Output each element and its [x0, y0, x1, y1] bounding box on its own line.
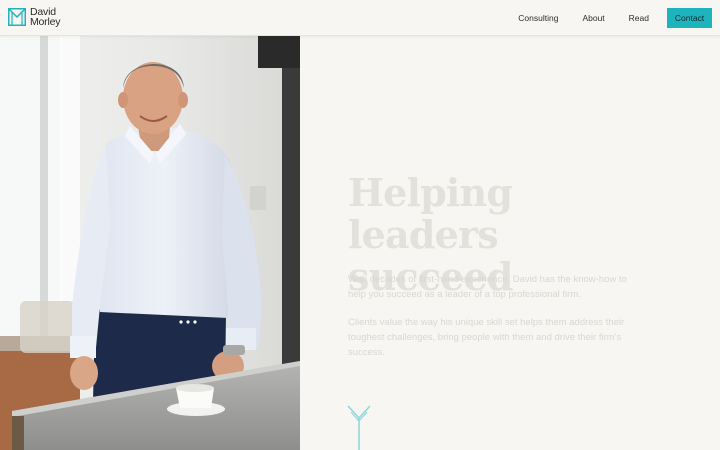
nav-read[interactable]: Read: [629, 13, 649, 23]
logo-link[interactable]: David Morley: [8, 7, 61, 28]
hero-portrait-photo: [0, 36, 300, 450]
contact-button[interactable]: Contact: [667, 8, 712, 28]
main-nav: Consulting About Read Contact: [494, 0, 712, 36]
portrait-illustration: [0, 36, 300, 450]
site-header: David Morley Consulting About Read Conta…: [0, 0, 720, 36]
nav-about[interactable]: About: [582, 13, 604, 23]
nav-consulting[interactable]: Consulting: [518, 13, 558, 23]
logo-name-line2: Morley: [30, 16, 61, 28]
hero-paragraph-2: Clients value the way his unique skill s…: [348, 317, 625, 358]
scroll-down-arrow-icon[interactable]: [347, 404, 371, 450]
logo-monogram-icon: [8, 8, 26, 26]
hero-section: Helping leaders succeed With decades of …: [300, 36, 720, 450]
logo-wordmark: David Morley: [30, 7, 61, 28]
headline-line1: Helping leaders: [348, 170, 513, 257]
hero-paragraph-1: With decades of first-hand experience, D…: [348, 274, 627, 300]
